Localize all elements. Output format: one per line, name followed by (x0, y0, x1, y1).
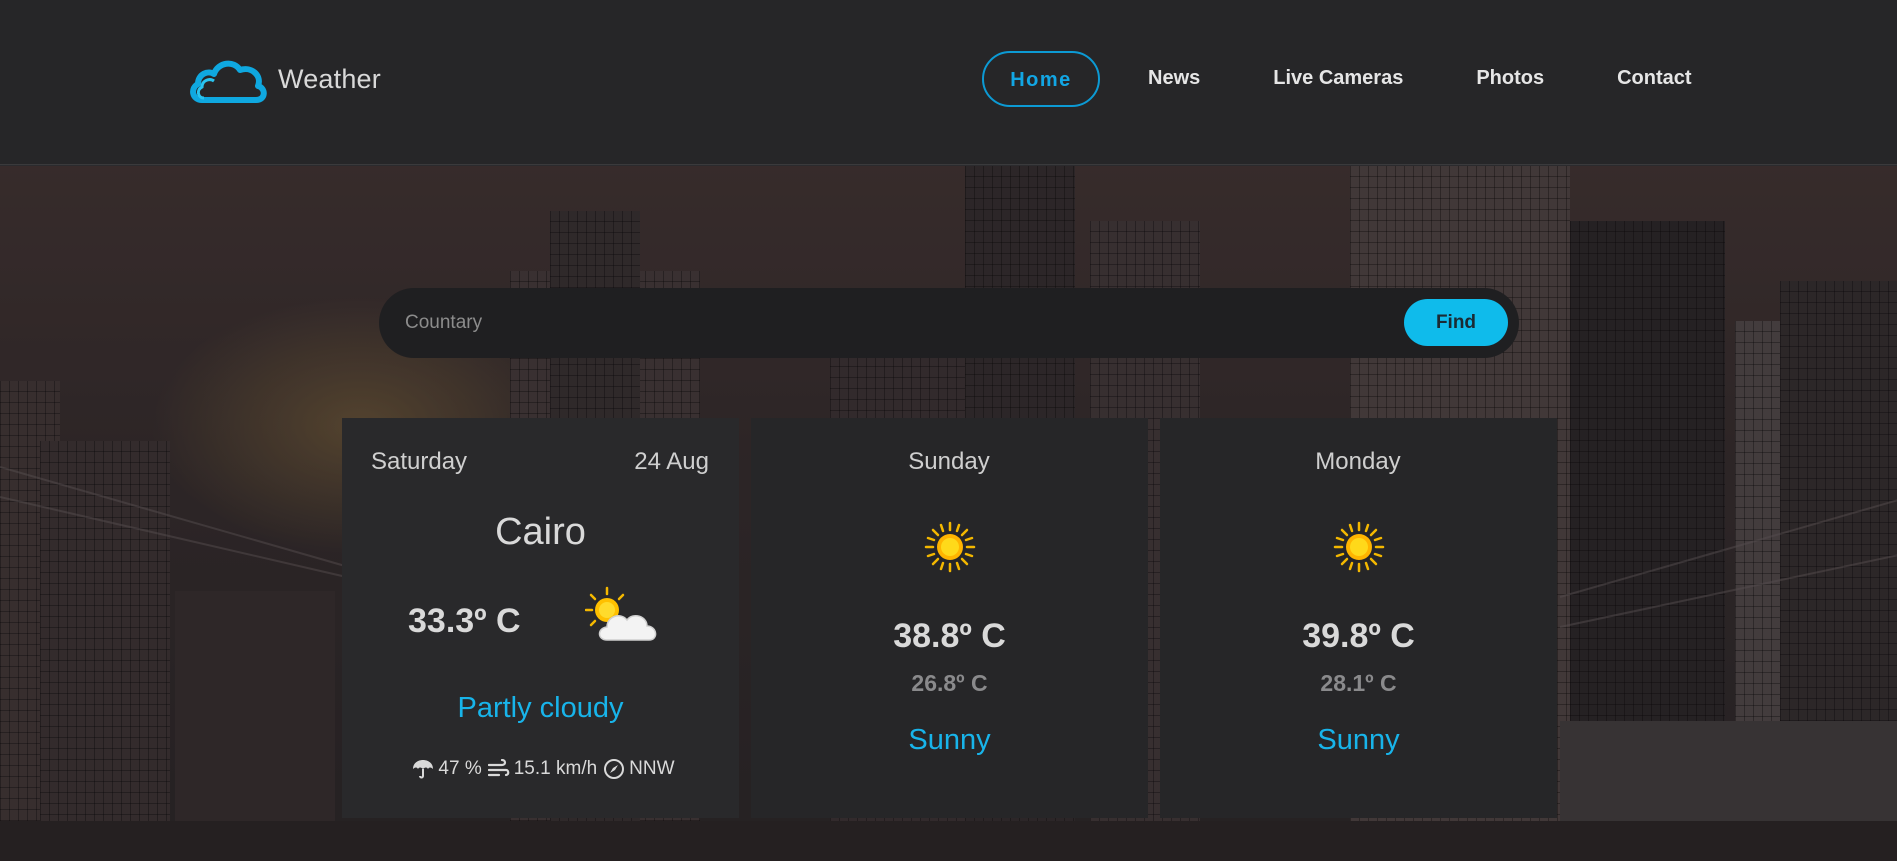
sun-icon (751, 521, 1148, 573)
day-name: Saturday (371, 448, 468, 475)
max-temp: 39.8º C (1302, 617, 1415, 655)
current-temp: 33.3º C (408, 602, 521, 640)
partly-cloudy-icon (584, 586, 661, 649)
condition-text: Partly cloudy (457, 692, 624, 724)
nav-live-cameras[interactable]: Live Cameras (1273, 51, 1403, 107)
wind-direction-value: NNW (629, 758, 675, 779)
forecast-cards: Saturday 24 Aug Cairo 33.3º C Partly clo… (342, 418, 1557, 818)
umbrella-icon (412, 759, 434, 779)
brand-name: Weather (278, 63, 381, 94)
country-search-input[interactable] (403, 303, 1403, 343)
nav-photos[interactable]: Photos (1476, 51, 1544, 107)
navbar: Weather Home News Live Cameras Photos Co… (0, 0, 1897, 165)
main-nav: Home News Live Cameras Photos Contact (982, 51, 1692, 107)
condition-text: Sunny (1317, 724, 1400, 756)
brand[interactable]: Weather (188, 54, 381, 104)
city-name: Cairo (495, 511, 586, 553)
min-temp: 26.8º C (911, 670, 988, 696)
min-temp: 28.1º C (1320, 670, 1397, 696)
max-temp: 38.8º C (893, 617, 1006, 655)
forecast-card-day-3: Monday 39.8º C 28.1º C Sunny (1160, 418, 1557, 818)
search-bar: Find (379, 288, 1519, 358)
condition-text: Sunny (908, 724, 991, 756)
card-header: Monday (1189, 448, 1527, 476)
cloud-icon (188, 54, 268, 104)
humidity-value: 47 % (438, 758, 482, 779)
nav-home[interactable]: Home (982, 51, 1100, 107)
nav-news[interactable]: News (1148, 51, 1200, 107)
wind-speed-value: 15.1 km/h (513, 758, 598, 779)
day-name: Sunday (908, 448, 990, 475)
nav-contact[interactable]: Contact (1617, 51, 1691, 107)
card-header: Sunday (780, 448, 1118, 476)
forecast-card-day-2: Sunday 38.8º C 26.8º C Sunny (751, 418, 1148, 818)
wind-icon (487, 759, 510, 779)
forecast-card-today: Saturday 24 Aug Cairo 33.3º C Partly clo… (342, 418, 739, 818)
day-name: Monday (1315, 448, 1401, 475)
weather-details: 47 % 15.1 km/h NNW (342, 758, 739, 780)
card-header: Saturday 24 Aug (371, 448, 709, 476)
sun-icon (1160, 521, 1557, 573)
current-temp-row: 33.3º C (408, 586, 661, 649)
compass-icon (603, 758, 625, 780)
date: 24 Aug (634, 448, 709, 475)
find-button[interactable]: Find (1404, 299, 1508, 346)
